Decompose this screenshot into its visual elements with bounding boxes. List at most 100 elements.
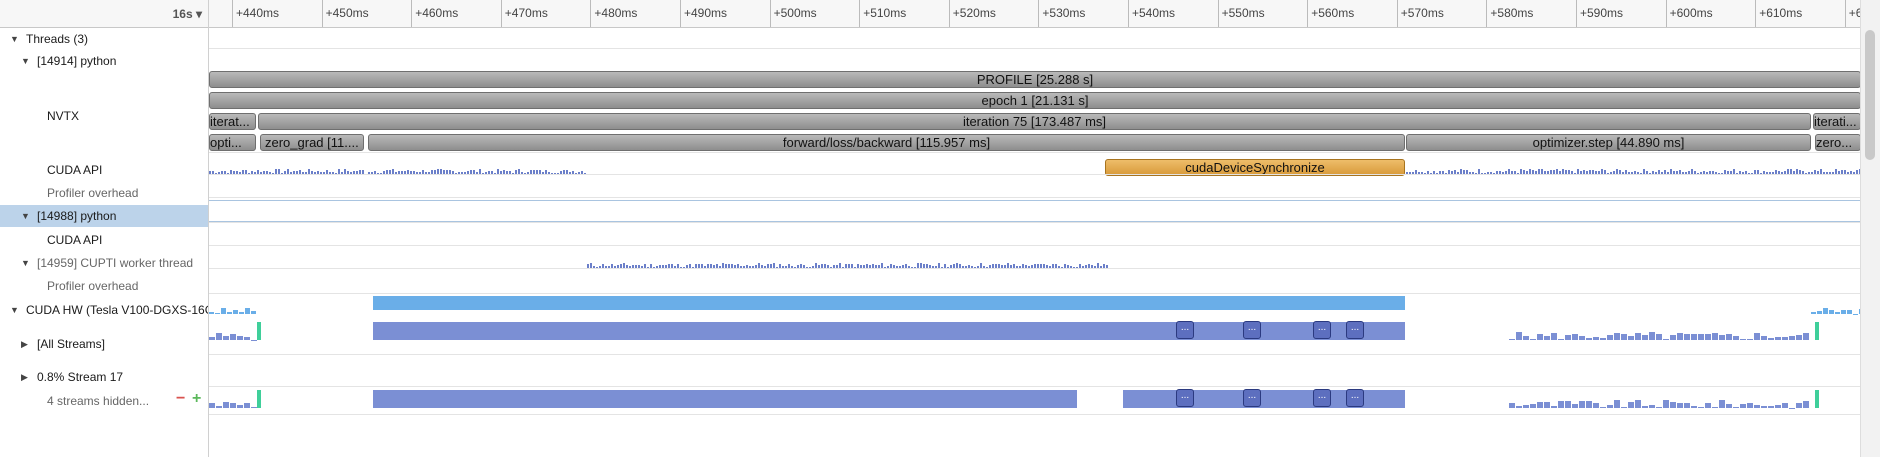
kernel-group-marker[interactable]: ... [1313,389,1331,407]
kernel-group-marker[interactable]: ... [1176,321,1194,339]
chevron-down-icon[interactable]: ▼ [10,28,19,50]
event-mark [244,402,250,408]
chevron-down-icon[interactable]: ▼ [21,252,30,274]
ruler-tick-line [1038,0,1040,27]
time-ruler[interactable]: +440ms +450ms +460ms +470ms +480ms +490ms +500… [209,0,1880,28]
event-mark [1684,403,1690,408]
event-mark [1782,403,1788,408]
tree-row[interactable]: ▼ CUDA HW (Tesla V100-DGXS-16GB) [0,299,208,321]
ruler-tick-line [948,0,950,27]
event-mark [1796,335,1802,340]
track-separator [209,414,1861,415]
event-mark [1823,308,1828,314]
tree-row[interactable]: ▼ Threads (3) [0,28,208,50]
kernel-group-marker[interactable]: ... [1313,321,1331,339]
track-separator [209,354,1861,355]
ruler-tick-label: +520ms [952,6,996,20]
chevron-right-icon[interactable]: ▶ [21,333,28,355]
cuda-api-track-14988[interactable] [209,247,1861,269]
ruler-tick-label: +530ms [1042,6,1086,20]
ruler-tick-line [859,0,861,27]
cuda-hw-utilization-track[interactable] [209,296,1861,314]
event-mark [1789,336,1795,340]
tree-row[interactable]: Profiler overhead [0,275,208,297]
event-mark [1586,338,1592,340]
nvtx-iteration-next[interactable]: iterati... [1813,113,1861,130]
zoom-header: 16s ▾ [0,0,208,28]
ruler-tick-label: +560ms [1311,6,1355,20]
ruler-tick-line [769,0,771,27]
event-mark [1593,402,1599,408]
event-mark [1607,404,1613,408]
tree-row[interactable]: Profiler overhead [0,182,208,204]
nvtx-zero-grad-next[interactable]: zero... [1815,134,1861,151]
tree-row[interactable]: CUDA API [0,159,208,181]
tree-row[interactable]: ▶ 0.8% Stream 17 [0,366,208,388]
kernel-group-marker[interactable]: ... [1346,321,1364,339]
tree-row[interactable]: ▶ [All Streams] [0,333,208,355]
tree-row[interactable]: ▼ [14959] CUPTI worker thread [0,252,208,274]
vertical-scrollbar[interactable] [1860,0,1880,457]
chevron-down-icon[interactable]: ▼ [10,299,19,321]
event-mark [1530,404,1536,408]
scrollbar-thumb[interactable] [1865,30,1875,160]
nvtx-iteration-75[interactable]: iteration 75 [173.487 ms] [258,113,1811,130]
tree-row-label: CUDA API [47,233,103,247]
event-mark [1775,336,1781,340]
zoom-dropdown[interactable]: 16s ▾ [173,7,202,21]
event-mark [1614,400,1620,408]
track-separator [209,197,1861,198]
event-mark [1726,333,1732,340]
ruler-tick-label: +550ms [1221,6,1265,20]
event-mark [1572,403,1578,408]
timeline-area[interactable]: PROFILE [25.288 s] epoch 1 [21.131 s] it… [209,28,1861,457]
event-mark [216,406,222,408]
stream-17-track[interactable]: ............ [209,388,1861,408]
kernel-group-marker[interactable]: ... [1243,389,1261,407]
event-mark [1544,335,1550,340]
event-mark [239,312,244,314]
event-mark [1607,334,1613,340]
nvtx-profile-range[interactable]: PROFILE [25.288 s] [209,71,1861,88]
tree-row[interactable]: ▼ [14988] python [0,205,208,227]
tree-row[interactable]: ▼ [14914] python [0,50,208,72]
event-mark [1516,332,1522,340]
nvtx-optimizer-prev[interactable]: opti... [209,134,256,151]
nvtx-forward-backward[interactable]: forward/loss/backward [115.957 ms] [368,134,1405,151]
event-mark [245,308,250,314]
nvtx-zero-grad[interactable]: zero_grad [11.... [260,134,364,151]
event-mark [1551,333,1557,340]
minus-icon[interactable]: − [176,391,185,407]
event-mark [1677,402,1683,408]
kernel-group-marker[interactable]: ... [1243,321,1261,339]
event-mark [1754,333,1760,340]
event-mark [1768,338,1774,340]
event-mark [1775,404,1781,408]
all-streams-track[interactable]: ............ [209,320,1861,340]
tree-row[interactable]: NVTX [0,105,208,127]
kernel-group-marker[interactable]: ... [1346,389,1364,407]
kernel-mark [1815,322,1819,340]
event-mark [1663,400,1669,408]
nvtx-iteration-prev[interactable]: iterat... [209,113,256,130]
event-mark [1719,400,1725,408]
nvtx-optimizer-step[interactable]: optimizer.step [44.890 ms] [1406,134,1811,151]
ruler-tick-line [232,0,233,27]
chevron-down-icon[interactable]: ▼ [21,50,30,72]
plus-icon[interactable]: + [192,391,201,407]
event-mark [1670,335,1676,340]
ruler-tick-line [321,0,323,27]
tree-row[interactable]: CUDA API [0,229,208,251]
event-mark [1537,401,1543,408]
event-mark [1733,407,1739,408]
event-mark [1740,403,1746,408]
event-mark [1558,339,1564,340]
chevron-right-icon[interactable]: ▶ [21,366,28,388]
event-mark [233,310,238,314]
chevron-down-icon[interactable]: ▼ [21,205,30,227]
event-mark [227,311,232,314]
ruler-tick-label: +590ms [1580,6,1624,20]
cuda-api-track-14914[interactable] [209,152,1861,174]
nvtx-epoch-range[interactable]: epoch 1 [21.131 s] [209,92,1861,109]
kernel-group-marker[interactable]: ... [1176,389,1194,407]
